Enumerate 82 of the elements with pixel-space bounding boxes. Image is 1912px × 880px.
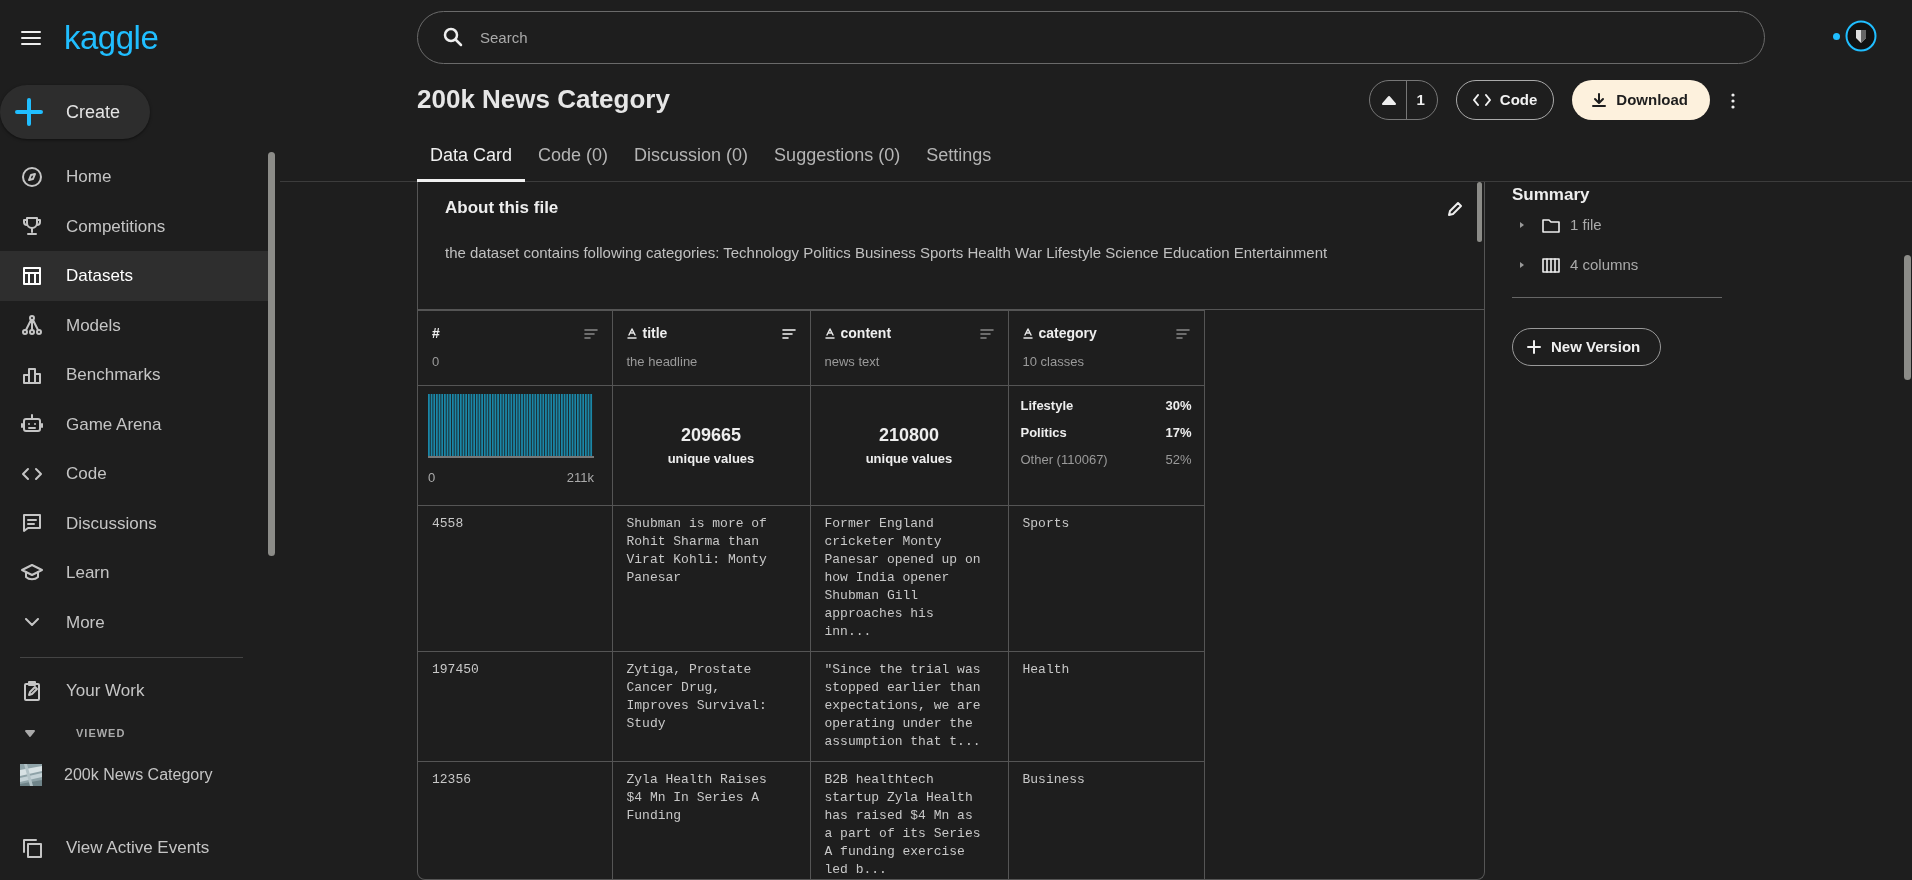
column-description: the headline <box>626 353 698 371</box>
pencil-icon <box>1447 200 1463 217</box>
sidebar-item[interactable]: Code <box>0 449 272 499</box>
column-description: 0 <box>432 353 440 371</box>
caret-up-icon <box>1382 95 1397 105</box>
table-cell: Sports <box>1008 505 1204 652</box>
sidebar-item[interactable]: Learn <box>0 548 272 598</box>
category-percent: 30% <box>1165 396 1192 415</box>
search-icon <box>443 27 463 47</box>
text-type-icon <box>824 328 835 339</box>
compass-icon <box>20 164 44 189</box>
category-percent: 17% <box>1165 423 1192 442</box>
text-type-icon <box>1022 328 1033 339</box>
scrollbar[interactable] <box>1477 182 1482 242</box>
download-button[interactable]: Download <box>1572 80 1710 120</box>
category-label: Politics <box>1020 423 1067 442</box>
table-cell: Shubman is more of Rohit Sharma than Virat Kohli: Monty Panesar <box>612 505 810 652</box>
column-description: news text <box>824 353 880 371</box>
unique-label: unique values <box>666 450 756 469</box>
tab[interactable]: Suggestions (0) <box>761 142 914 182</box>
table-cell: Zytiga, Prostate Cancer Drug, Improves Survival: Study <box>612 651 810 762</box>
code-icon <box>1472 93 1491 107</box>
table-cell: "Since the trial was stopped earlier than expectations, we are operating under the assumption that t... <box>810 651 1008 762</box>
file-description: the dataset contains following categories: Technology Politics Business Sports Health War Lifestyle Science Education Entertainment <box>445 243 1329 263</box>
section-heading: About this file <box>445 197 559 219</box>
table-cell: Former England cricketer Monty Panesar opened up on how India opener Shubman Gill approaches his inn... <box>810 505 1008 652</box>
sidebar-item[interactable]: 200k News Category <box>0 753 272 797</box>
tab[interactable]: Discussion (0) <box>621 142 762 182</box>
dataset-title: 200k News Category <box>417 84 670 116</box>
column-name: category <box>1038 324 1097 343</box>
create-button[interactable]: Create <box>0 85 150 139</box>
copy-icon <box>20 836 44 860</box>
caret-icon <box>1518 261 1526 270</box>
logo[interactable]: kaggle <box>64 21 159 54</box>
table-cell: 4558 <box>418 505 612 652</box>
sidebar-item[interactable]: Your Work <box>0 668 272 713</box>
plus-icon <box>14 97 44 127</box>
category-label: Lifestyle <box>1020 396 1074 415</box>
avatar[interactable] <box>1845 20 1877 52</box>
category-percent: 52% <box>1165 450 1192 469</box>
folder-icon <box>1542 216 1560 234</box>
unique-label: unique values <box>864 450 954 469</box>
tab[interactable]: Settings <box>913 142 1005 182</box>
section-heading: VIEWED <box>76 725 126 741</box>
tab[interactable]: Code (0) <box>525 142 622 182</box>
caret-icon <box>1518 221 1526 230</box>
search-field[interactable]: Search <box>417 11 1765 64</box>
table-cell: Health <box>1008 651 1204 762</box>
menu-icon <box>20 29 42 48</box>
unique-count: 209665 <box>679 424 743 448</box>
download-icon <box>1592 93 1607 107</box>
sidebar-item[interactable]: Models <box>0 300 272 350</box>
notification-dot <box>1833 33 1840 40</box>
chevron-down-icon <box>25 618 39 627</box>
panel-heading: Summary <box>1512 185 1591 206</box>
column-name: # <box>432 324 440 343</box>
sidebar-item[interactable]: Benchmarks <box>0 350 272 400</box>
sidebar-item[interactable]: Home <box>0 152 272 202</box>
sidebar-item[interactable]: Discussions <box>0 498 272 548</box>
category-label: Other (110067) <box>1020 450 1108 469</box>
sidebar-item[interactable]: View Active Events <box>0 816 280 880</box>
unique-count: 210800 <box>877 424 941 448</box>
vote-count: 1 <box>1415 89 1426 110</box>
tab[interactable]: Data Card <box>417 142 526 182</box>
column-name: content <box>840 324 892 343</box>
column-description: 10 classes <box>1022 353 1084 371</box>
summary-item[interactable]: 4 columns <box>1512 245 1645 286</box>
sidebar-item[interactable]: Competitions <box>0 201 272 251</box>
column-name: title <box>642 324 668 343</box>
sidebar-item[interactable]: More <box>0 597 272 647</box>
table-cell: 197450 <box>418 651 612 762</box>
scrollbar[interactable] <box>268 152 275 556</box>
axis-label: 0 <box>428 469 436 487</box>
plus-icon <box>1527 340 1541 355</box>
columns-icon <box>1542 256 1560 274</box>
scrollbar[interactable] <box>1904 255 1911 380</box>
summary-item[interactable]: 1 file <box>1512 205 1608 246</box>
text-type-icon <box>626 328 637 339</box>
axis-label: 211k <box>566 469 594 487</box>
more-icon <box>1730 91 1736 110</box>
sidebar-item[interactable]: Game Arena <box>0 399 272 449</box>
nodes-icon <box>20 313 44 338</box>
